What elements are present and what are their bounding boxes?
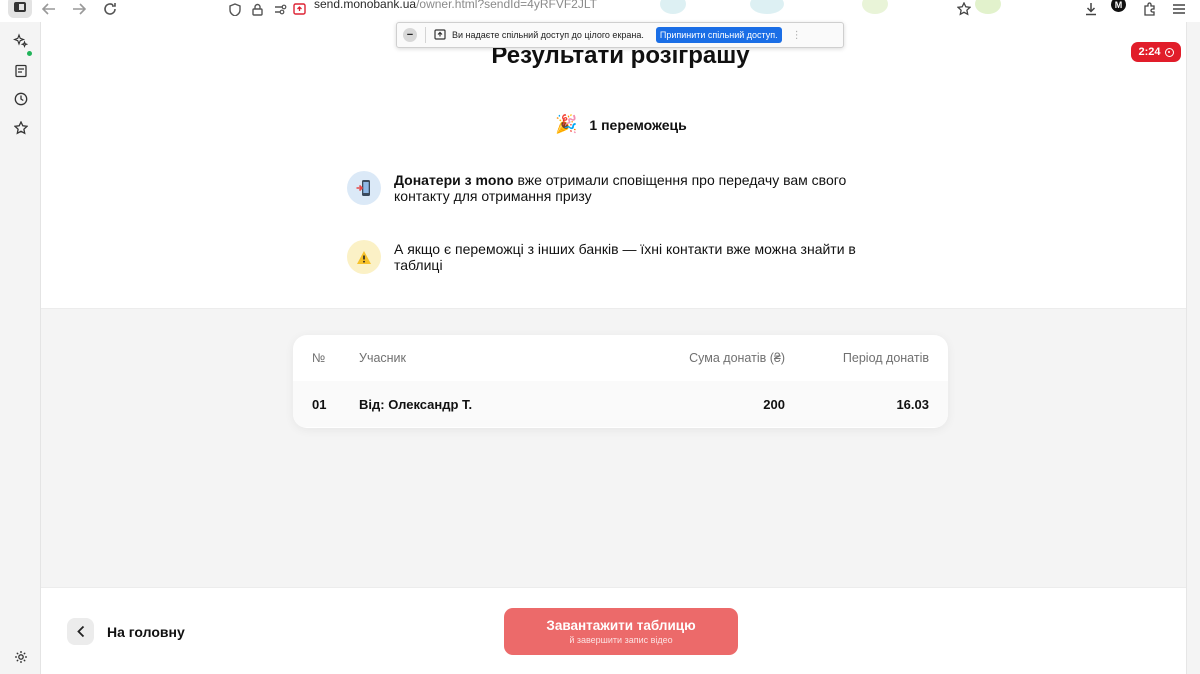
browser-sidebar bbox=[0, 22, 41, 674]
cell-period: 16.03 bbox=[896, 396, 929, 412]
back-home-link[interactable]: На головну bbox=[107, 624, 185, 640]
warning-icon bbox=[347, 240, 381, 274]
download-sublabel: й завершити запис відео bbox=[569, 635, 673, 645]
screen-share-bar: − Ви надаєте спільний доступ до цілого е… bbox=[396, 22, 844, 48]
decorative-cloud-icon bbox=[660, 0, 686, 14]
back-arrow-icon[interactable] bbox=[42, 0, 56, 18]
cell-sum: 200 bbox=[763, 396, 785, 412]
right-edge-strip bbox=[1186, 22, 1200, 674]
share-screen-icon bbox=[434, 28, 446, 42]
chevron-left-icon bbox=[76, 625, 84, 638]
decorative-cloud-icon bbox=[975, 0, 1001, 14]
cell-participant: Від: Олександр Т. bbox=[359, 396, 473, 412]
divider bbox=[425, 27, 426, 43]
table-header: № Учасник Сума донатів (₴) Період донаті… bbox=[293, 335, 948, 381]
header-num: № bbox=[312, 351, 326, 365]
bookmarks-star-icon[interactable] bbox=[12, 119, 29, 136]
record-icon bbox=[1164, 47, 1174, 57]
menu-icon[interactable] bbox=[1172, 0, 1186, 18]
recording-timer[interactable]: 2:24 bbox=[1131, 42, 1181, 62]
ai-sparkle-icon[interactable] bbox=[12, 32, 29, 49]
decorative-cloud-icon bbox=[862, 0, 888, 14]
reading-list-icon[interactable] bbox=[12, 62, 29, 79]
header-period: Період донатів bbox=[842, 351, 929, 365]
history-clock-icon[interactable] bbox=[12, 90, 29, 107]
header-participant: Учасник bbox=[359, 351, 407, 365]
address-bar[interactable]: send.monobank.ua/owner.html?sendId=4yRFV… bbox=[314, 0, 597, 11]
cell-num: 01 bbox=[312, 396, 327, 412]
stop-sharing-button[interactable]: Припинити спільний доступ. bbox=[655, 27, 782, 43]
minimize-icon[interactable]: − bbox=[403, 28, 417, 42]
table-row: 01 Від: Олександр Т. 200 16.03 bbox=[293, 381, 948, 427]
party-popper-icon: 🎉 bbox=[555, 114, 578, 134]
download-icon[interactable] bbox=[1084, 0, 1098, 18]
info-other-banks: А якщо є переможці з інших банків — їхні… bbox=[347, 240, 867, 274]
timer-value: 2:24 bbox=[1138, 46, 1161, 58]
browser-toolbar: send.monobank.ua/owner.html?sendId=4yRFV… bbox=[0, 0, 1200, 22]
share-message: Ви надаєте спільний доступ до цілого екр… bbox=[452, 30, 644, 40]
drag-handle-icon[interactable]: ⋮ bbox=[792, 30, 802, 41]
download-label: Завантажити таблицю bbox=[546, 618, 696, 633]
reload-icon[interactable] bbox=[103, 0, 117, 18]
shield-icon[interactable] bbox=[229, 0, 241, 18]
phone-arrow-icon bbox=[347, 171, 381, 205]
info-other-banks-text: А якщо є переможці з інших банків — їхні… bbox=[394, 241, 856, 273]
back-button[interactable] bbox=[67, 618, 94, 645]
header-sum: Сума донатів (₴) bbox=[689, 351, 785, 365]
winners-summary: 🎉 1 переможець bbox=[555, 114, 687, 135]
permissions-icon[interactable] bbox=[274, 0, 287, 18]
sidebar-toggle-icon[interactable] bbox=[8, 0, 32, 18]
screen-share-icon[interactable] bbox=[293, 0, 306, 18]
profile-avatar[interactable]: M bbox=[1111, 0, 1126, 12]
bookmark-star-icon[interactable] bbox=[957, 0, 971, 18]
extensions-icon[interactable] bbox=[1143, 0, 1157, 18]
decorative-cloud-icon bbox=[750, 0, 784, 14]
status-dot bbox=[27, 51, 32, 56]
info-notified: Донатери з mono вже отримали сповіщення … bbox=[347, 171, 867, 205]
download-table-button[interactable]: Завантажити таблицю й завершити запис ві… bbox=[504, 608, 738, 655]
lock-icon[interactable] bbox=[252, 0, 263, 18]
info-notified-text: Донатери з mono вже отримали сповіщення … bbox=[394, 172, 847, 204]
winners-count: 1 переможець bbox=[589, 116, 687, 133]
forward-arrow-icon[interactable] bbox=[72, 0, 86, 18]
winners-table: № Учасник Сума донатів (₴) Період донаті… bbox=[293, 335, 948, 428]
settings-gear-icon[interactable] bbox=[12, 648, 29, 665]
